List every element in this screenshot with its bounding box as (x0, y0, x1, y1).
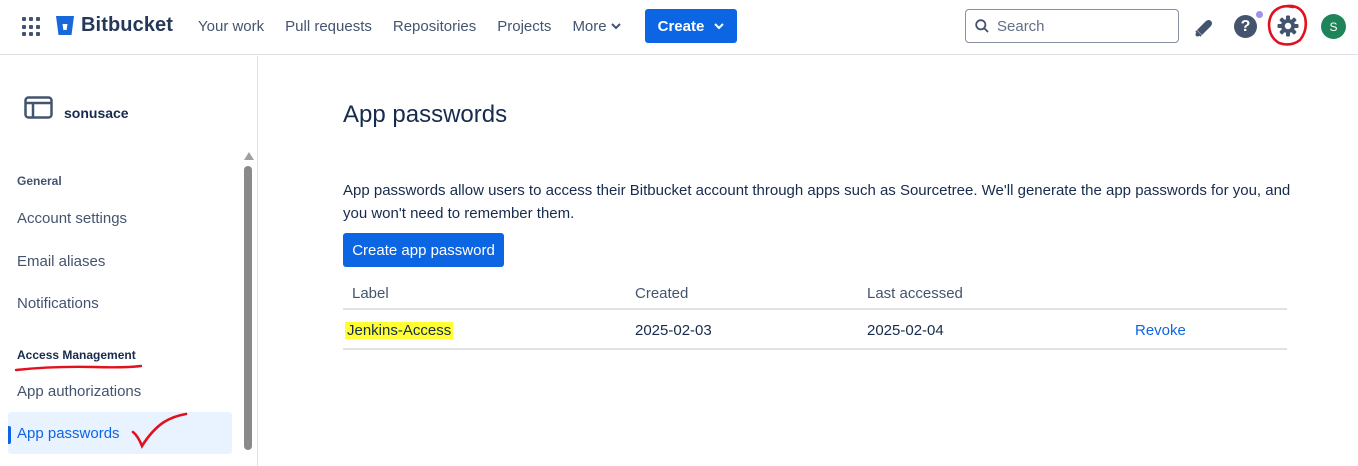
help-badge (1256, 11, 1263, 18)
sidebar-item-label: Email aliases (17, 252, 106, 270)
check-annotation-icon (131, 412, 188, 449)
create-app-password-button[interactable]: Create app password (343, 233, 504, 267)
nav-pull-requests[interactable]: Pull requests (285, 18, 372, 35)
column-header-label: Label (352, 285, 389, 302)
column-header-last-accessed: Last accessed (867, 285, 963, 302)
settings-sidebar: sonusace General Account settings Email … (0, 56, 258, 466)
app-name: Bitbucket (81, 14, 174, 36)
revoke-link[interactable]: Revoke (1135, 322, 1186, 339)
table-header: Label Created Last accessed (343, 279, 1287, 310)
sidebar-item-app-passwords[interactable]: App passwords (8, 412, 232, 454)
create-label: Create (657, 17, 705, 35)
nav-more-label: More (572, 18, 607, 35)
search-input[interactable] (997, 17, 1167, 35)
app-passwords-table: Label Created Last accessed Jenkins-Acce… (343, 279, 1287, 350)
help-icon[interactable]: ? (1234, 15, 1257, 38)
section-access-management-title: Access Management (17, 348, 136, 362)
row-last-accessed: 2025-02-04 (867, 322, 944, 339)
active-indicator (8, 426, 11, 444)
app-switcher-icon[interactable] (22, 17, 42, 37)
sidebar-item-label: Account settings (17, 209, 128, 227)
sidebar-item-account-settings[interactable]: Account settings (8, 197, 232, 239)
sidebar-item-notifications[interactable]: Notifications (8, 282, 232, 324)
workspace-name: sonusace (64, 105, 129, 121)
notifications-icon[interactable] (1193, 16, 1215, 38)
help-glyph: ? (1240, 17, 1251, 35)
row-created: 2025-02-03 (635, 322, 712, 339)
page-title: App passwords (343, 101, 508, 128)
bitbucket-icon (56, 15, 74, 35)
nav-more[interactable]: More (572, 18, 621, 35)
sidebar-item-app-authorizations[interactable]: App authorizations (8, 370, 232, 412)
table-row: Jenkins-Access 2025-02-03 2025-02-04 Rev… (343, 310, 1287, 350)
primary-nav: Your work Pull requests Repositories Pro… (198, 18, 642, 35)
sidebar-item-email-aliases[interactable]: Email aliases (8, 240, 232, 282)
create-app-password-label: Create app password (352, 241, 495, 259)
search-icon (975, 19, 989, 33)
workspace-icon (24, 96, 53, 119)
chevron-down-icon (610, 23, 621, 30)
scrollbar-thumb[interactable] (244, 166, 252, 450)
page-description: App passwords allow users to access thei… (343, 182, 1291, 222)
top-navigation: Bitbucket Your work Pull requests Reposi… (0, 0, 1358, 55)
row-label: Jenkins-Access (345, 322, 454, 339)
chevron-down-icon (714, 22, 725, 29)
column-header-created: Created (635, 285, 689, 302)
access-management-annotation-underline (14, 364, 143, 372)
scroll-up-arrow-icon[interactable] (244, 152, 254, 160)
avatar-initial: S (1329, 19, 1338, 34)
sidebar-item-label: App passwords (17, 424, 120, 442)
search-box[interactable] (965, 9, 1179, 43)
sidebar-item-label: App authorizations (17, 382, 142, 400)
sidebar-scrollbar[interactable] (243, 152, 254, 452)
bitbucket-logo[interactable]: Bitbucket (55, 14, 173, 37)
create-button[interactable]: Create (645, 9, 737, 43)
nav-repositories[interactable]: Repositories (393, 18, 476, 35)
gear-annotation-circle (1267, 4, 1308, 46)
nav-your-work[interactable]: Your work (198, 18, 264, 35)
sidebar-item-label: Notifications (17, 294, 99, 312)
avatar[interactable]: S (1321, 14, 1346, 39)
section-general-title: General (17, 174, 62, 188)
nav-projects[interactable]: Projects (497, 18, 551, 35)
